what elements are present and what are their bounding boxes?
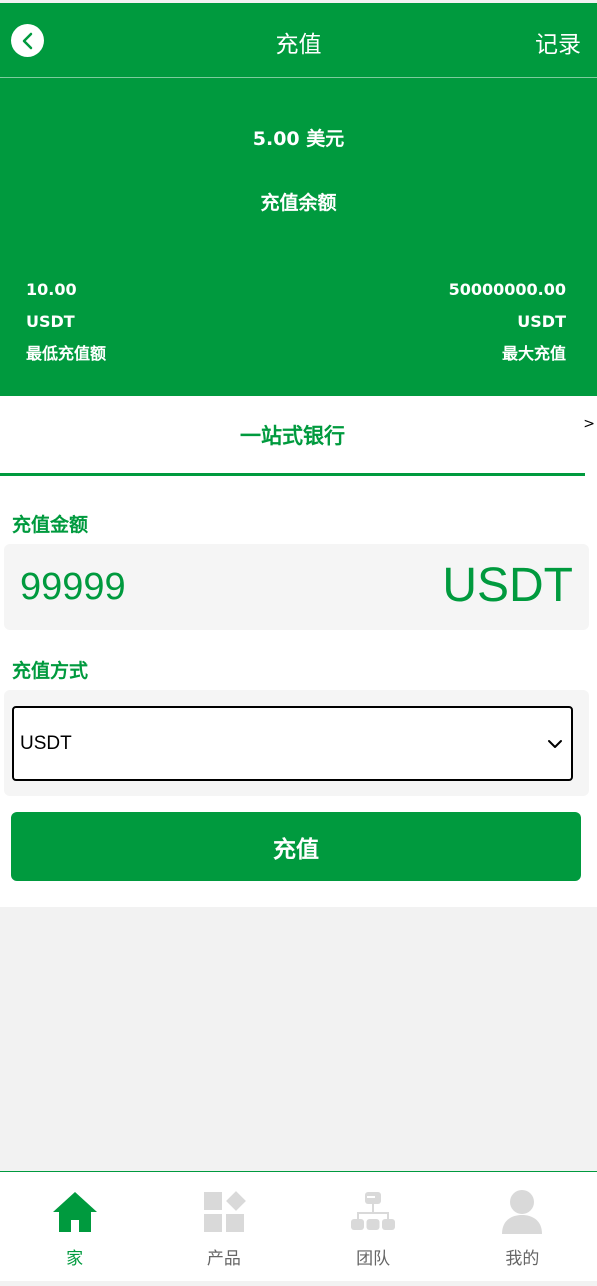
tab-label: 一站式银行 bbox=[240, 423, 345, 448]
chevron-down-icon bbox=[548, 740, 562, 748]
balance-panel: 5.00 美元 充值余额 10.00 USDT 最低充值额 50000000.0… bbox=[0, 78, 597, 396]
team-icon bbox=[349, 1188, 397, 1236]
bottom-nav: 家 产品 团队 我的 bbox=[0, 1171, 597, 1286]
grid-icon bbox=[200, 1188, 248, 1236]
method-selected-value: USDT bbox=[20, 733, 72, 754]
nav-label-products: 产品 bbox=[206, 1249, 241, 1269]
min-recharge-unit: USDT bbox=[26, 312, 75, 331]
bottom-strip bbox=[0, 1281, 597, 1286]
amount-value[interactable]: 99999 bbox=[20, 566, 126, 609]
tab-one-stop-bank[interactable]: 一站式银行 bbox=[0, 396, 585, 476]
amount-unit: USDT bbox=[442, 559, 573, 612]
nav-label-home: 家 bbox=[66, 1249, 84, 1269]
method-select[interactable]: USDT bbox=[12, 706, 573, 781]
nav-item-home[interactable]: 家 bbox=[0, 1172, 149, 1286]
max-recharge-info: 50000000.00 USDT 最大充值 bbox=[449, 274, 566, 370]
amount-label: 充值金额 bbox=[12, 514, 89, 536]
nav-item-mine[interactable]: 我的 bbox=[448, 1172, 597, 1286]
page-title: 充值 bbox=[275, 32, 322, 58]
header-bar: 充值 记录 bbox=[0, 3, 597, 77]
user-icon bbox=[498, 1188, 546, 1236]
amount-input[interactable]: 99999 USDT bbox=[4, 544, 589, 630]
method-container: USDT bbox=[4, 690, 589, 796]
tab-scroll-arrow[interactable]: > bbox=[583, 416, 595, 432]
max-recharge-unit: USDT bbox=[517, 312, 566, 331]
max-recharge-value: 50000000.00 bbox=[448, 280, 566, 299]
record-link[interactable]: 记录 bbox=[535, 25, 581, 59]
min-recharge-value: 10.00 bbox=[26, 280, 77, 299]
balance-label: 充值余额 bbox=[260, 192, 337, 214]
nav-item-team[interactable]: 团队 bbox=[299, 1172, 448, 1286]
recharge-form-section: 一站式银行 > 充值金额 99999 USDT 充值方式 USDT 充值 bbox=[0, 396, 597, 907]
home-icon bbox=[51, 1188, 99, 1236]
method-label: 充值方式 bbox=[12, 660, 89, 682]
nav-label-mine: 我的 bbox=[505, 1249, 540, 1269]
balance-amount: 5.00 美元 bbox=[252, 128, 345, 150]
recharge-submit-button[interactable]: 充值 bbox=[11, 812, 581, 881]
min-recharge-info: 10.00 USDT 最低充值额 bbox=[26, 274, 106, 370]
min-recharge-label: 最低充值额 bbox=[26, 344, 107, 363]
max-recharge-label: 最大充值 bbox=[501, 344, 566, 363]
nav-label-team: 团队 bbox=[356, 1249, 391, 1269]
nav-item-products[interactable]: 产品 bbox=[149, 1172, 298, 1286]
